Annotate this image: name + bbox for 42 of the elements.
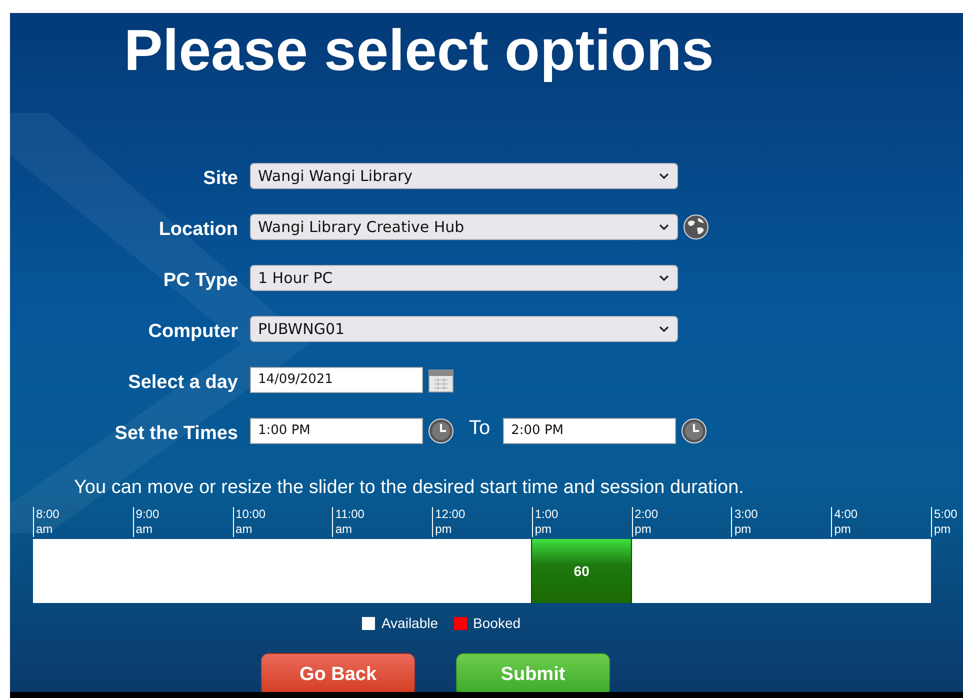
time-slot[interactable] <box>33 539 133 603</box>
dropdown[interactable]: Wangi Wangi Library <box>250 163 678 189</box>
time-tick-label: 9:00 am <box>132 507 160 537</box>
time-slot[interactable] <box>431 539 531 603</box>
chevron-down-icon <box>659 275 669 281</box>
chevron-down-icon <box>659 173 669 179</box>
clock-icon[interactable] <box>681 418 708 444</box>
dropdown[interactable]: 1 Hour PC <box>250 265 678 291</box>
legend-label: Available <box>381 615 438 631</box>
end-time-field[interactable]: 2:00 PM <box>503 418 676 444</box>
calendar-icon[interactable] <box>428 367 454 393</box>
dropdown[interactable]: Wangi Library Creative Hub <box>250 214 678 240</box>
to-label: To <box>469 416 490 440</box>
field-label: Set the Times <box>114 422 238 445</box>
page-title: Please select options <box>123 17 715 85</box>
go-back-button[interactable]: Go Back <box>261 653 415 692</box>
legend-label: Booked <box>473 615 521 631</box>
time-tick-label: 5:00 pm <box>931 507 958 537</box>
time-slot[interactable] <box>632 539 732 603</box>
field-label: Location <box>158 218 238 241</box>
time-slider[interactable]: 60 <box>530 539 632 603</box>
start-time-field[interactable]: 1:00 PM <box>250 418 423 444</box>
field-label: PC Type <box>162 269 238 292</box>
globe-icon[interactable] <box>683 214 709 240</box>
chevron-down-icon <box>659 224 669 230</box>
field-label: Site <box>202 167 238 190</box>
field-label: Computer <box>147 320 238 343</box>
dropdown[interactable]: PUBWNG01 <box>250 316 678 342</box>
time-tick-label: 4:00 pm <box>831 507 858 537</box>
time-tick-label: 11:00 am <box>332 507 364 537</box>
time-tick-label: 12:00 pm <box>432 507 466 537</box>
time-tick-label: 2:00 pm <box>632 507 658 537</box>
clock-icon[interactable] <box>428 418 454 444</box>
time-slot[interactable] <box>832 539 932 603</box>
time-tick-label: 3:00 pm <box>731 507 758 537</box>
time-tick-label: 8:00 am <box>33 507 60 537</box>
date-field[interactable]: 14/09/2021 <box>250 367 423 393</box>
chevron-down-icon <box>659 326 669 332</box>
time-tick-label: 1:00 pm <box>532 507 558 537</box>
time-tick-label: 10:00 am <box>232 507 266 537</box>
field-label: Select a day <box>127 371 238 394</box>
instruction-text: You can move or resize the slider to the desired start time and session duration. <box>74 477 745 499</box>
